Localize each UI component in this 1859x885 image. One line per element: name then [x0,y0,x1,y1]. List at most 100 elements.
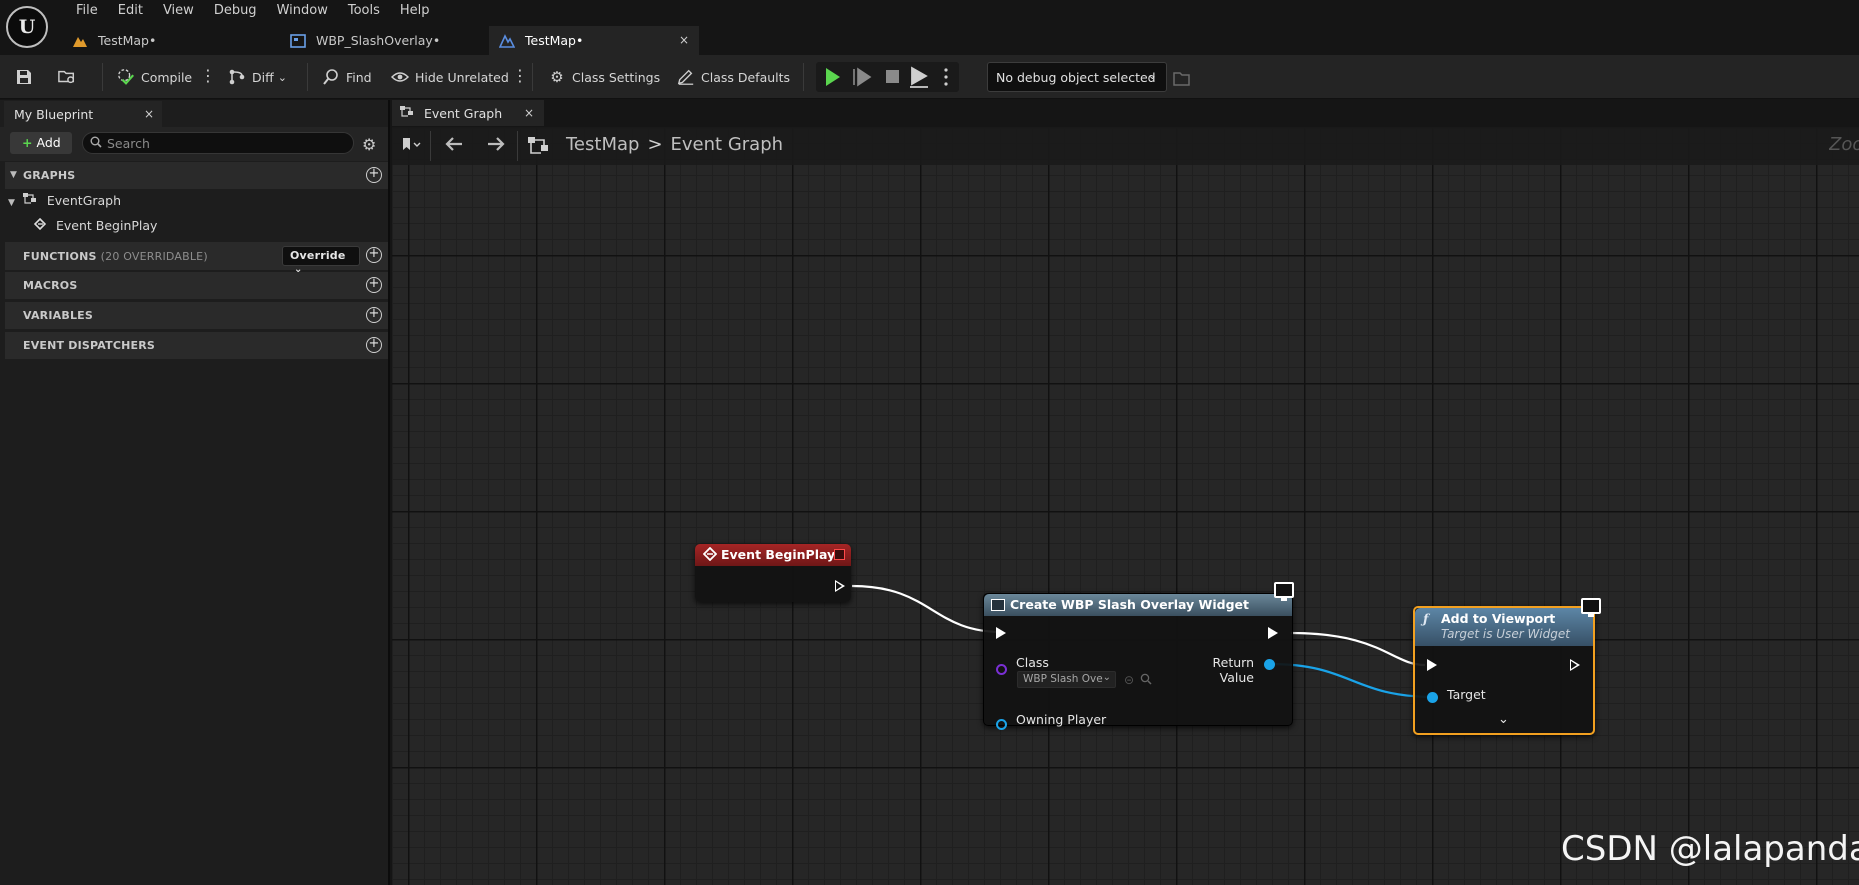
browse-asset-icon[interactable] [1140,673,1152,688]
menu-bar: File Edit View Debug Window Tools Help [66,0,440,22]
step-icon[interactable] [853,67,872,87]
hide-unrelated-options-icon[interactable]: ⋮ [512,64,528,90]
map-icon [72,34,88,48]
collapse-arrow-icon: ▼ [10,170,18,180]
close-icon[interactable]: × [679,33,689,47]
tab-label: TestMap• [98,33,157,48]
save-button[interactable] [15,64,39,90]
class-select[interactable]: WBP Slash Ove ⌄ [1017,671,1116,688]
event-graph-canvas[interactable]: TestMap > Event Graph Zoom Event BeginPl… [392,127,1859,885]
unreal-logo[interactable]: U [6,6,48,48]
expand-chevron-icon[interactable]: ⌄ [1498,712,1509,727]
add-macro-icon[interactable]: + [366,277,382,293]
compile-label: Compile [141,69,193,85]
level-blueprint-icon [498,33,516,48]
menu-debug[interactable]: Debug [204,0,267,22]
menu-help[interactable]: Help [390,0,440,22]
node-title: Event BeginPlay [721,547,836,562]
exec-out-pin[interactable] [1268,627,1278,639]
override-dropdown[interactable]: Override ⌄ [282,246,360,275]
class-pin[interactable] [996,664,1007,675]
tab-label: My Blueprint [14,107,94,122]
exec-in-pin[interactable] [1427,659,1437,671]
tree-item-event-beginplay[interactable]: Event BeginPlay [33,217,157,233]
menu-window[interactable]: Window [267,0,338,22]
diff-button[interactable]: Diff ⌄ [228,64,287,90]
debug-object-value: No debug object selected [996,70,1156,85]
macros-section-header[interactable]: MACROS + [5,272,388,299]
play-controls [816,62,959,92]
debug-folder-icon [1173,70,1191,88]
class-select-value: WBP Slash Ove [1023,673,1103,685]
tab-my-blueprint[interactable]: My Blueprint × [4,101,162,127]
functions-section-header[interactable]: FUNCTIONS (20 OVERRIDABLE) Override ⌄ + [5,242,388,275]
class-defaults-button[interactable]: Class Defaults [677,64,790,90]
toolbar-divider [532,63,533,91]
delegate-pin-icon[interactable] [834,549,845,560]
chevron-down-icon: ⌄ [277,70,287,84]
add-function-icon[interactable]: + [366,247,382,263]
close-icon[interactable]: × [524,106,534,120]
debug-browse-button[interactable] [1173,66,1197,92]
tab-event-graph[interactable]: Event Graph × [392,100,544,126]
return-value-pin[interactable] [1264,659,1275,670]
my-blueprint-toolbar: + Add Search ⚙ [0,127,388,161]
exec-wire-create-to-viewport[interactable] [1290,631,1426,667]
close-icon[interactable]: × [144,107,154,121]
add-button[interactable]: + Add [10,132,72,154]
menu-edit[interactable]: Edit [108,0,153,22]
compile-options-icon[interactable]: ⋮ [200,64,216,90]
tab-wbp-slashoverlay[interactable]: WBP_SlashOverlay• [280,26,489,55]
target-pin[interactable] [1427,692,1438,703]
node-event-beginplay[interactable]: Event BeginPlay [695,544,851,602]
object-wire-return-to-target[interactable] [1269,662,1436,699]
play-options-icon[interactable] [944,68,948,86]
exec-wire-beginplay-to-create[interactable] [851,584,1003,634]
eventgraph-label: EventGraph [46,193,122,208]
tab-testmap-blueprint[interactable]: TestMap• × [489,26,699,55]
use-selected-asset-icon[interactable]: ⊝ [1124,673,1134,687]
find-button[interactable]: Find [322,64,372,90]
exec-out-pin[interactable] [1570,659,1580,671]
browse-button[interactable] [58,64,82,90]
hide-unrelated-button[interactable]: Hide Unrelated [391,64,509,90]
search-icon [322,68,340,86]
play-icon[interactable] [826,68,840,86]
tab-testmap-level[interactable]: TestMap• [62,26,280,55]
eject-icon[interactable] [910,66,928,88]
debug-object-select[interactable]: No debug object selected ⌄ [987,62,1167,92]
stop-icon[interactable] [886,70,899,83]
add-variable-icon[interactable]: + [366,307,382,323]
class-settings-label: Class Settings [572,69,661,85]
owning-player-pin[interactable] [996,719,1007,730]
compile-button[interactable]: Compile [117,64,192,90]
event-icon [33,217,48,233]
diff-icon [228,68,246,86]
macros-header-label: MACROS [23,279,78,292]
search-input[interactable]: Search [82,132,354,154]
graphs-section-header[interactable]: ▼ GRAPHS + [5,162,388,189]
collapse-arrow-icon: ▼ [8,198,15,208]
tree-item-eventgraph[interactable]: ▼ EventGraph [8,193,121,208]
add-label: Add [36,135,61,150]
menu-file[interactable]: File [66,0,108,22]
search-placeholder: Search [107,136,150,151]
node-add-to-viewport[interactable]: ƒ Add to Viewport Target is User Widget … [1413,598,1601,735]
event-dispatchers-section-header[interactable]: EVENT DISPATCHERS + [5,332,388,359]
exec-in-pin[interactable] [996,627,1006,639]
class-settings-button[interactable]: ⚙ Class Settings [548,64,660,90]
node-create-widget[interactable]: Create WBP Slash Overlay Widget Class WB… [983,582,1294,730]
class-defaults-label: Class Defaults [701,69,791,85]
return-value-label: Return Value [1212,655,1254,685]
watermark: CSDN @lalapanda [1561,829,1859,869]
add-graph-icon[interactable]: + [366,167,382,183]
graph-icon [22,193,39,208]
settings-gear-icon[interactable]: ⚙ [362,135,376,154]
tab-label: WBP_SlashOverlay• [316,33,441,48]
exec-out-pin[interactable] [835,580,845,592]
tab-label: TestMap• [525,33,584,48]
menu-tools[interactable]: Tools [338,0,390,22]
add-dispatcher-icon[interactable]: + [366,337,382,353]
menu-view[interactable]: View [153,0,204,22]
variables-section-header[interactable]: VARIABLES + [5,302,388,329]
